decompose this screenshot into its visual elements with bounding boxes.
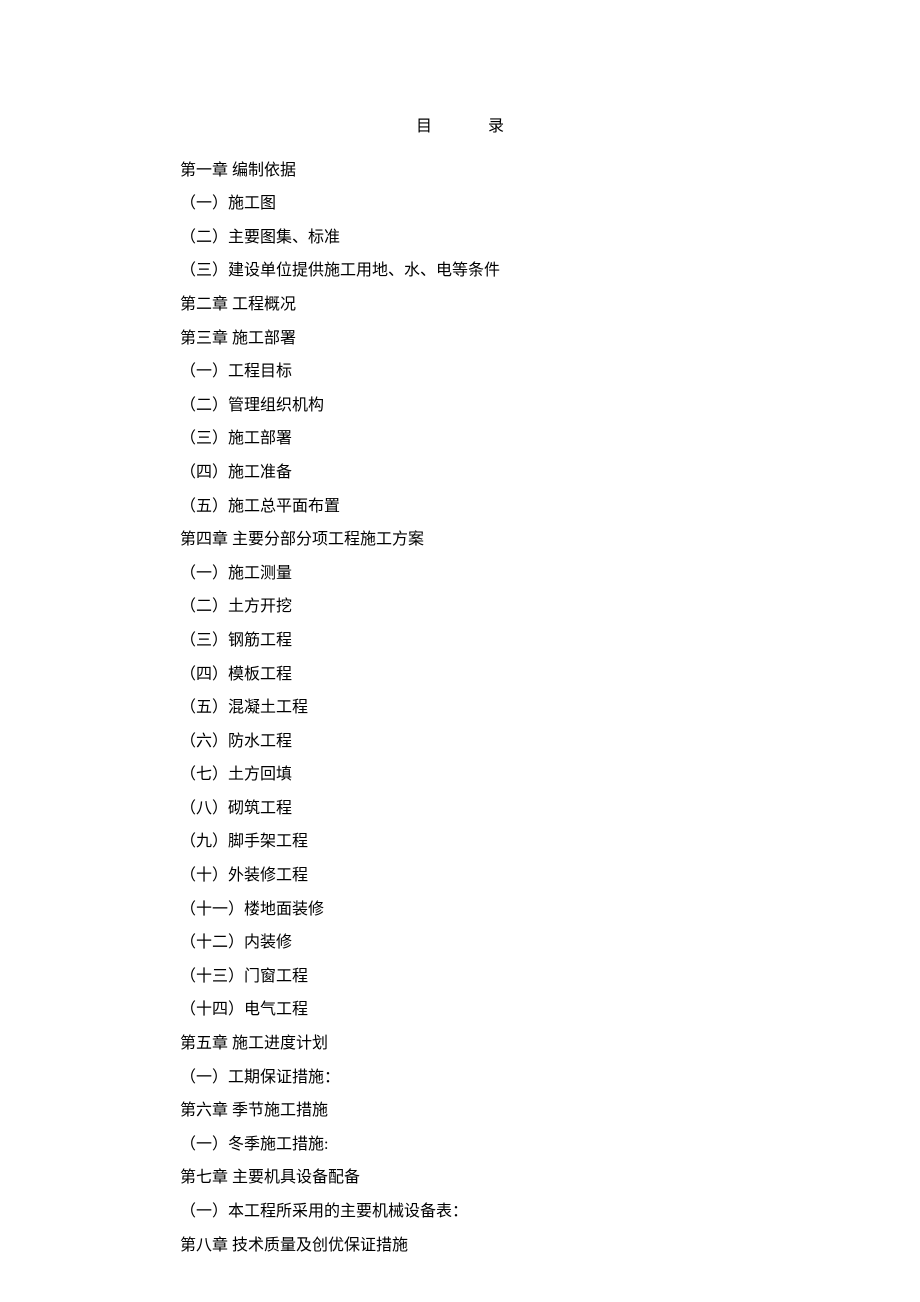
toc-section: （七）土方回填 [180,758,740,792]
toc-section: （四）施工准备 [180,456,740,490]
toc-title: 目录 [180,110,740,144]
toc-section: （五）施工总平面布置 [180,490,740,524]
toc-section: （一）施工测量 [180,557,740,591]
toc-section: （三）建设单位提供施工用地、水、电等条件 [180,254,740,288]
toc-section: （一）本工程所采用的主要机械设备表： [180,1195,740,1229]
toc-section: （三）施工部署 [180,422,740,456]
toc-section: （二）土方开挖 [180,590,740,624]
toc-section: （五）混凝土工程 [180,691,740,725]
toc-chapter: 第四章 主要分部分项工程施工方案 [180,523,740,557]
toc-section: （一）工期保证措施： [180,1061,740,1095]
toc-section: （二）主要图集、标准 [180,221,740,255]
toc-section: （十一）楼地面装修 [180,893,740,927]
toc-section: （十二）内装修 [180,926,740,960]
toc-chapter: 第八章 技术质量及创优保证措施 [180,1229,740,1263]
toc-section: （四）模板工程 [180,658,740,692]
toc-chapter: 第三章 施工部署 [180,322,740,356]
toc-section: （十四）电气工程 [180,993,740,1027]
toc-chapter: 第七章 主要机具设备配备 [180,1161,740,1195]
toc-section: （六）防水工程 [180,725,740,759]
toc-section: （二）管理组织机构 [180,389,740,423]
toc-section: （八）砌筑工程 [180,792,740,826]
toc-section: （九）脚手架工程 [180,825,740,859]
toc-section: （十三）门窗工程 [180,960,740,994]
toc-list: 第一章 编制依据 （一）施工图 （二）主要图集、标准 （三）建设单位提供施工用地… [180,154,740,1263]
toc-chapter: 第二章 工程概况 [180,288,740,322]
toc-section: （一）工程目标 [180,355,740,389]
toc-section: （三）钢筋工程 [180,624,740,658]
toc-chapter: 第六章 季节施工措施 [180,1094,740,1128]
toc-section: （一）冬季施工措施: [180,1128,740,1162]
toc-chapter: 第一章 编制依据 [180,154,740,188]
toc-section: （一）施工图 [180,187,740,221]
toc-chapter: 第五章 施工进度计划 [180,1027,740,1061]
toc-section: （十）外装修工程 [180,859,740,893]
